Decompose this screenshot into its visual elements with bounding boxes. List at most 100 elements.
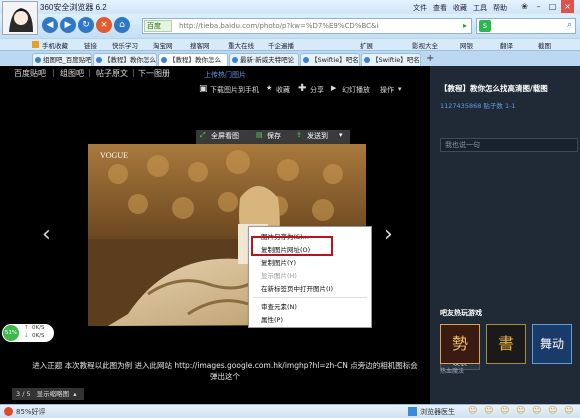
save-button[interactable]: 保存 <box>267 131 281 141</box>
comment-input[interactable]: 我也说一句 <box>440 138 578 152</box>
prev-arrow-icon[interactable]: ‹ <box>42 222 51 247</box>
speed-widget[interactable]: 51% ↑ 0K/S ↓ 0K/S <box>2 324 54 342</box>
bookmark-item[interactable]: 快乐学习 <box>112 40 138 50</box>
next-album-link[interactable]: 下一图册 <box>138 68 170 79</box>
menu-show-image: 显示图片(H) <box>261 272 297 280</box>
ext-extension[interactable]: 扩展 <box>360 40 373 50</box>
emoji-icon[interactable]: ☺ <box>532 406 541 416</box>
menu-favorites[interactable]: 收藏 <box>453 3 467 13</box>
menu-help[interactable]: 帮助 <box>493 3 507 13</box>
favicon-icon <box>364 57 370 63</box>
game-tile-3[interactable]: 舞动 <box>532 324 572 364</box>
user-avatar[interactable] <box>2 1 38 35</box>
bookmark-item[interactable]: 淘宝网 <box>153 40 173 50</box>
minimize-icon[interactable]: – <box>532 0 545 13</box>
bookmark-item[interactable]: 链接 <box>84 40 97 50</box>
next-arrow-icon[interactable]: › <box>384 222 393 247</box>
menu-open-image-new-tab[interactable]: 在新标签页中打开图片(I) <box>261 283 333 293</box>
maximize-icon[interactable]: □ <box>546 0 559 13</box>
breadcrumb-home[interactable]: 百度贴吧 <box>14 68 46 79</box>
breadcrumb-forum[interactable]: 组图吧 <box>60 68 84 79</box>
emoji-icon[interactable]: ☺ <box>468 406 477 416</box>
tab[interactable]: 组图吧_百度贴吧 <box>32 53 92 67</box>
share-plus-icon[interactable]: ✚ <box>298 83 306 94</box>
chevron-down-icon[interactable]: ▾ <box>398 85 402 93</box>
breadcrumb-post[interactable]: 帖子原文 <box>96 68 128 79</box>
fullscreen-icon[interactable]: ⤢ <box>200 131 206 140</box>
tab-label: 【Swiftie】吧名 <box>311 56 359 64</box>
go-icon[interactable]: ▸ <box>463 21 467 30</box>
bookmark-item[interactable]: 重大在线 <box>228 40 254 50</box>
games-section-title: 吧友热玩游戏 <box>440 309 482 317</box>
menu-properties[interactable]: 属性(P) <box>261 314 283 324</box>
search-engine-icon[interactable]: s <box>479 20 491 32</box>
show-thumbnails[interactable]: 显示缩略图 <box>37 390 70 398</box>
emoji-icon[interactable]: ☺ <box>564 406 573 416</box>
star-icon <box>32 41 39 48</box>
game-label[interactable]: 热血魔法 <box>440 366 464 375</box>
menu-tools[interactable]: 工具 <box>473 3 487 13</box>
back-icon[interactable]: ◀ <box>42 17 58 33</box>
browser-doctor[interactable]: 浏览器医生 <box>420 407 455 417</box>
emoji-icon[interactable]: ☺ <box>484 406 493 416</box>
send-dropdown-icon[interactable]: ▾ <box>339 131 343 139</box>
send-to-button[interactable]: 发送到 <box>307 131 328 141</box>
close-icon[interactable]: × <box>561 0 574 13</box>
bookmark-item[interactable]: 手机收藏 <box>42 40 68 50</box>
ext-video[interactable]: 影视大全 <box>412 40 438 50</box>
search-icon[interactable]: ⌕ <box>567 20 572 30</box>
refresh-icon[interactable]: ↻ <box>78 17 94 33</box>
fullscreen-button[interactable]: 全屏看图 <box>211 131 239 141</box>
save-disk-icon[interactable]: ▤ <box>256 131 263 139</box>
ext-translate[interactable]: 翻译 <box>500 40 513 50</box>
upload-link[interactable]: 上传热门图片 <box>204 70 246 80</box>
tab[interactable]: 最新·新威夫特吧论 <box>229 53 299 67</box>
new-tab-icon[interactable]: + <box>426 53 438 65</box>
ext-screenshot[interactable]: 截图 <box>538 40 551 50</box>
search-box[interactable]: s ⌕ <box>476 18 576 34</box>
favorite-button[interactable]: 收藏 <box>276 85 290 95</box>
emoji-icon[interactable]: ☺ <box>500 406 509 416</box>
tab-label: 【Swiftie】吧名 <box>372 56 420 64</box>
bookmark-item[interactable]: 搜客网 <box>190 40 210 50</box>
speed-percent: 51% <box>3 325 19 341</box>
favicon-icon <box>303 57 309 63</box>
download-speed: 0K/S <box>32 333 45 339</box>
tab[interactable]: 【教程】教你怎么 <box>93 53 157 67</box>
tab-active[interactable]: 【教程】教你怎么 <box>158 53 228 67</box>
home-icon[interactable]: ⌂ <box>114 17 130 33</box>
menu-inspect-element[interactable]: 审查元素(N) <box>261 301 297 311</box>
address-bar[interactable]: 百度 http://tieba.baidu.com/photo/p?kw=%D7… <box>142 18 472 34</box>
favicon-icon <box>232 57 238 63</box>
post-title[interactable]: 【教程】教你怎么找高清图/载图 <box>440 83 580 94</box>
share-button[interactable]: 分享 <box>310 85 324 95</box>
bookmarks-bar: 手机收藏 链接 快乐学习 淘宝网 搜客网 重大在线 千企遍播 扩展 影视大全 网… <box>0 38 580 50</box>
menu-file[interactable]: 文件 <box>413 3 427 13</box>
forward-icon[interactable]: ▶ <box>60 17 76 33</box>
address-url[interactable]: http://tieba.baidu.com/photo/p?kw=%D7%E9… <box>179 22 379 30</box>
tab[interactable]: 【Swiftie】吧名 <box>361 53 421 67</box>
bookmark-item[interactable]: 千企遍播 <box>268 40 294 50</box>
send-icon[interactable]: ⇪ <box>296 131 302 139</box>
download-to-phone[interactable]: 下载图片到手机 <box>210 85 259 95</box>
game-tile-1[interactable]: 勢 <box>440 324 480 364</box>
tab-label: 组图吧_百度贴吧 <box>43 56 92 64</box>
slideshow-button[interactable]: 幻灯播放 <box>342 85 370 95</box>
favorite-star-icon[interactable]: ★ <box>266 84 272 92</box>
stop-icon[interactable]: × <box>96 17 112 33</box>
emoji-icon[interactable]: ☺ <box>516 406 525 416</box>
rating-text[interactable]: 85%好评 <box>16 407 46 417</box>
ext-bank[interactable]: 网银 <box>460 40 473 50</box>
operation-menu[interactable]: 操作 <box>380 85 394 95</box>
menu-copy-image[interactable]: 复制图片(Y) <box>261 257 296 267</box>
triangle-up-icon[interactable]: ▴ <box>73 390 76 398</box>
emoji-icon[interactable]: ☺ <box>548 406 557 416</box>
game-tile-2[interactable]: 書 <box>486 324 526 364</box>
menu-view[interactable]: 查看 <box>433 3 447 13</box>
skin-icon[interactable]: ❀ <box>518 0 531 13</box>
image-toolbar: ⤢ 全屏看图 ▤ 保存 ⇪ 发送到 ▾ <box>196 130 350 144</box>
highlight-box <box>251 236 333 256</box>
tab-label: 【教程】教你怎么 <box>169 56 221 64</box>
tab[interactable]: 【Swiftie】吧名 <box>300 53 360 67</box>
slideshow-icon[interactable]: ▶ <box>331 84 336 92</box>
